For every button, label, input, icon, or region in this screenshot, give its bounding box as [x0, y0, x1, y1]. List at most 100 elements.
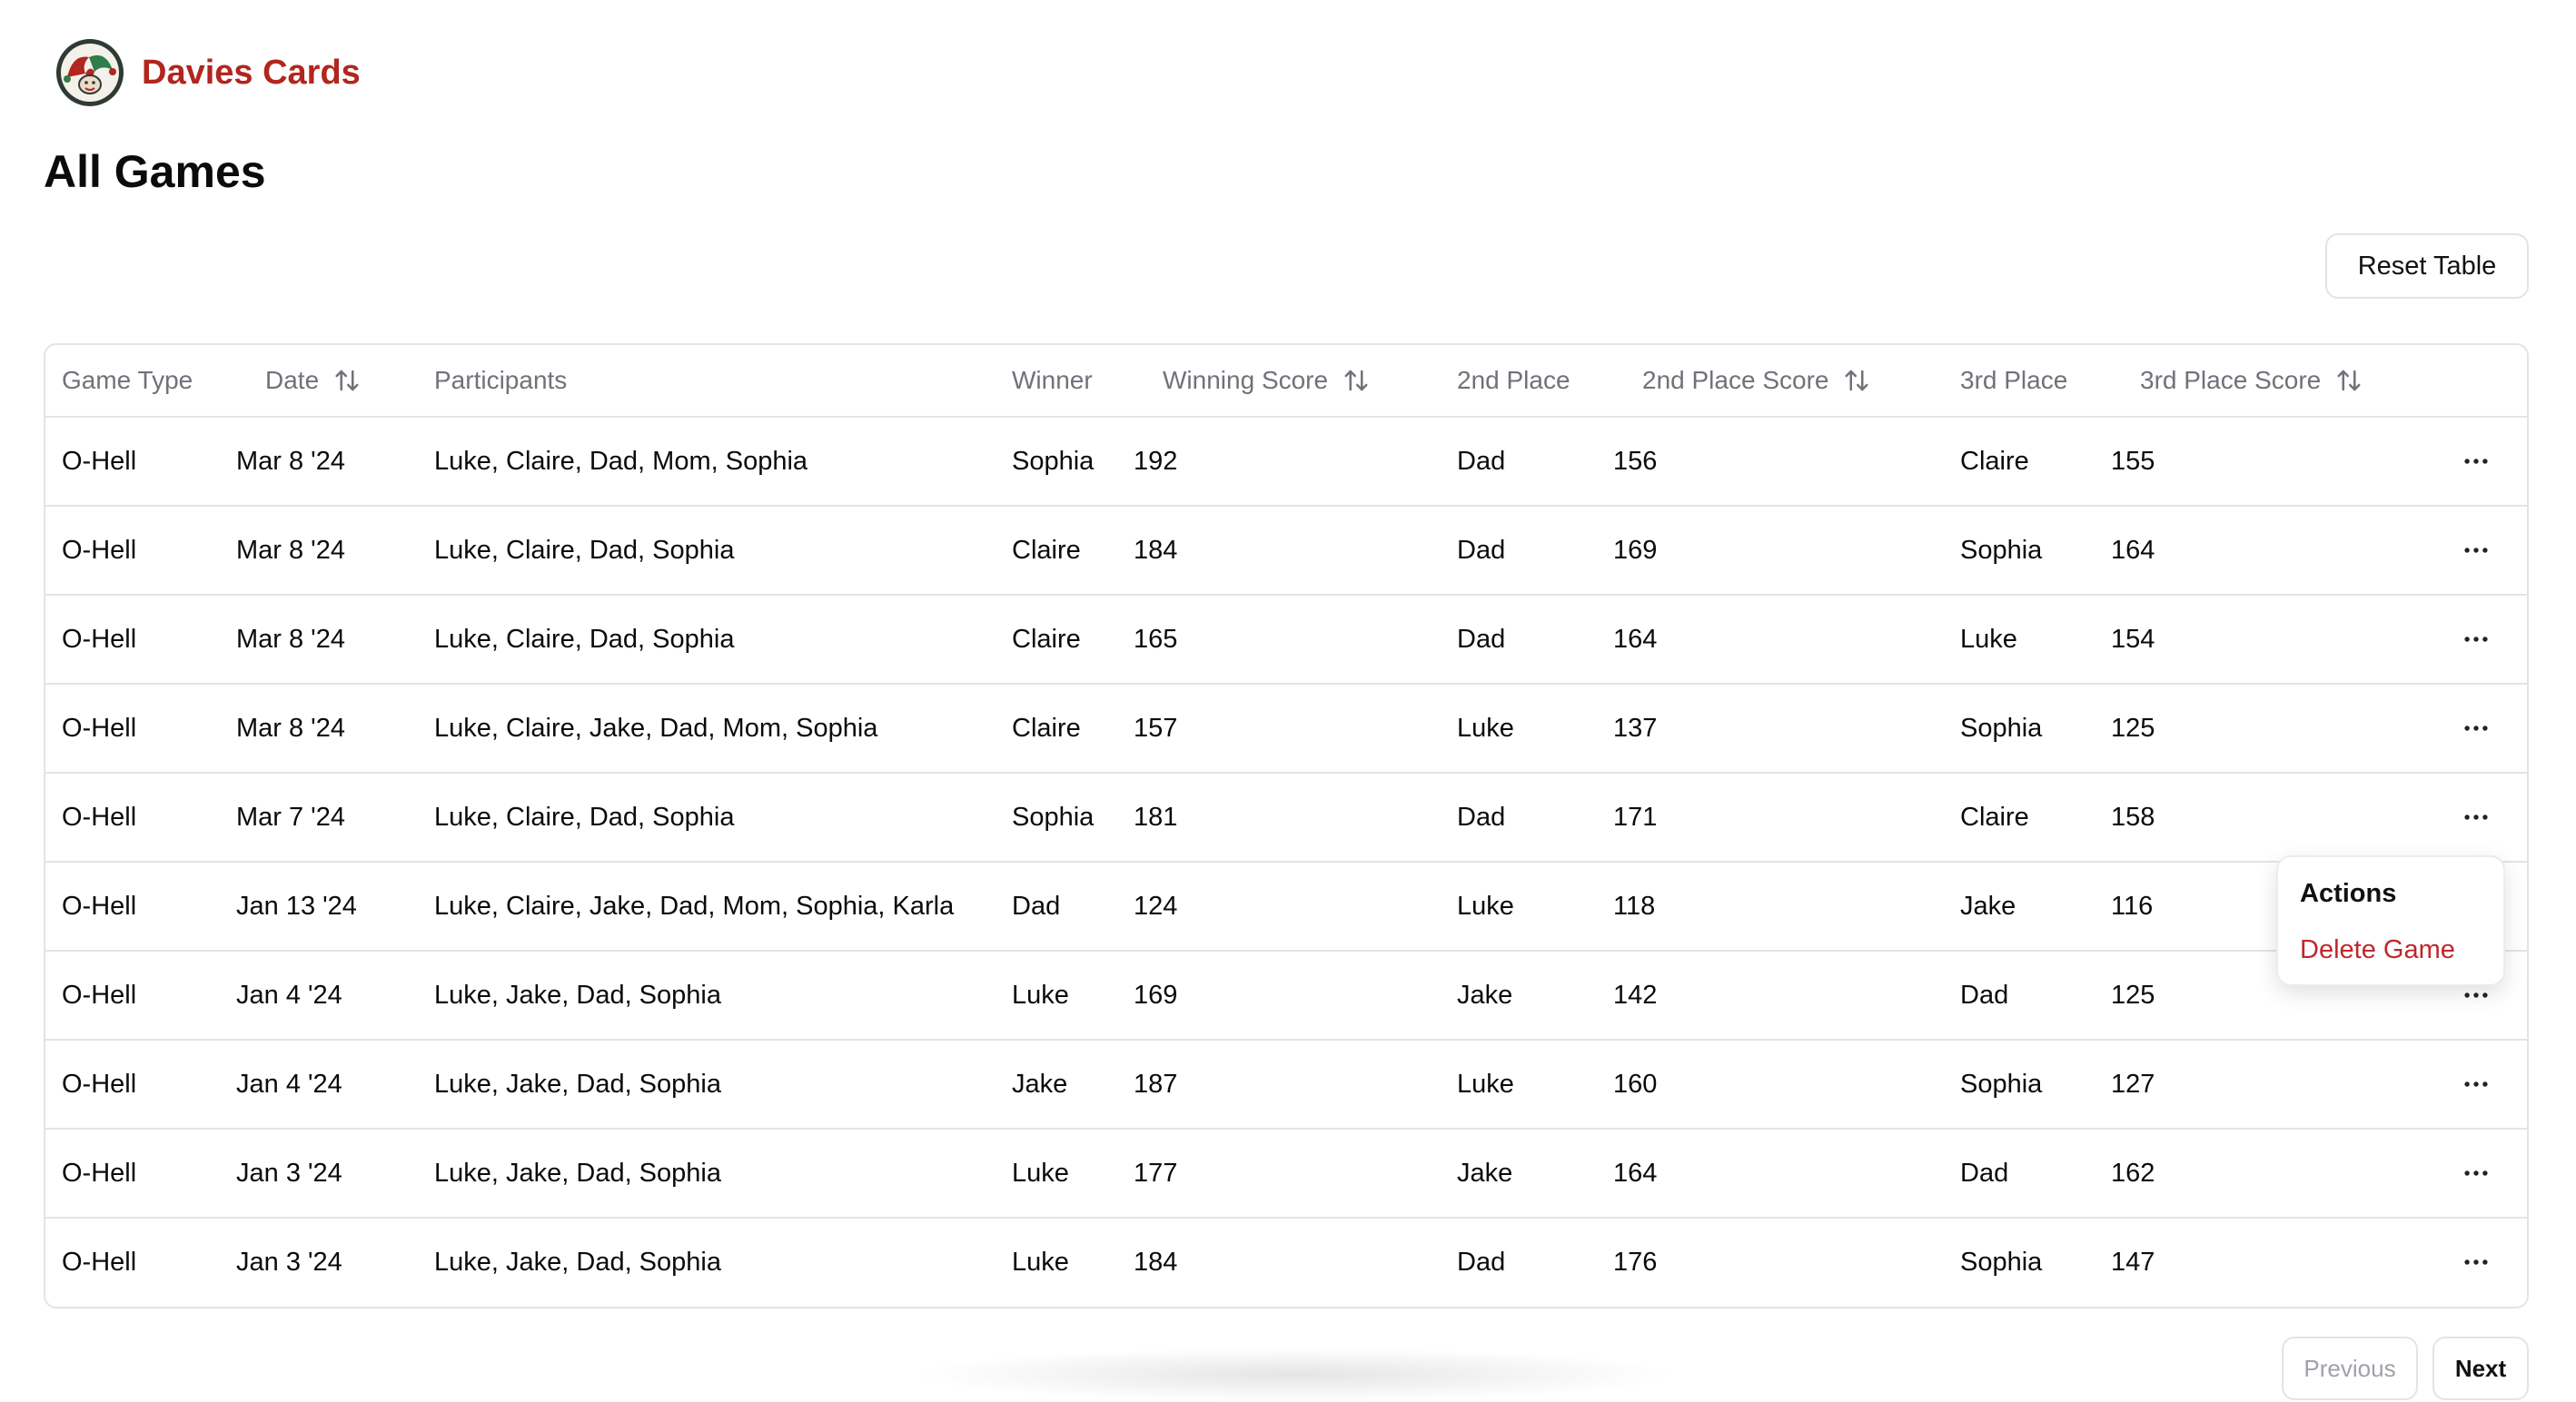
- column-header-winning-score[interactable]: Winning Score: [1163, 345, 1370, 416]
- cell-participants: Luke, Jake, Dad, Sophia: [434, 980, 721, 1010]
- cell-game-type: O-Hell: [62, 713, 137, 743]
- cell-second-place: Dad: [1457, 802, 1506, 832]
- column-header-third-place-score[interactable]: 3rd Place Score: [2140, 345, 2363, 416]
- cell-participants: Luke, Claire, Jake, Dad, Mom, Sophia: [434, 713, 878, 743]
- cell-second-place: Dad: [1457, 446, 1506, 476]
- jester-hat-logo-icon: [56, 39, 124, 106]
- cell-third-place: Claire: [1960, 802, 2029, 832]
- cell-date: Jan 4 '24: [236, 980, 342, 1010]
- cell-third-place: Sophia: [1960, 1247, 2043, 1277]
- sort-arrows-icon[interactable]: [1843, 367, 1870, 394]
- table-row: O-Hell Mar 7 '24 Luke, Claire, Dad, Sophia…: [45, 774, 2527, 863]
- cell-date: Jan 4 '24: [236, 1069, 342, 1099]
- more-horizontal-icon[interactable]: [2458, 1244, 2494, 1280]
- toast-shadow: [908, 1348, 1680, 1402]
- cell-game-type: O-Hell: [62, 980, 137, 1010]
- cell-second-place-score: 137: [1613, 713, 1658, 743]
- cell-winner: Dad: [1012, 891, 1061, 921]
- column-header-third-place: 3rd Place: [1960, 345, 2067, 416]
- cell-date: Mar 8 '24: [236, 713, 345, 743]
- cell-second-place: Jake: [1457, 980, 1513, 1010]
- page-title: All Games: [44, 146, 266, 197]
- cell-date: Mar 8 '24: [236, 535, 345, 565]
- cell-winning-score: 192: [1134, 446, 1178, 476]
- cell-participants: Luke, Claire, Dad, Sophia: [434, 624, 735, 654]
- cell-second-place-score: 118: [1613, 891, 1656, 921]
- cell-second-place-score: 164: [1613, 1158, 1658, 1188]
- brand-name: Davies Cards: [142, 53, 361, 92]
- cell-third-place-score: 164: [2111, 535, 2155, 565]
- cell-winner: Luke: [1012, 980, 1069, 1010]
- column-header-second-place-score[interactable]: 2nd Place Score: [1642, 345, 1870, 416]
- cell-winner: Claire: [1012, 535, 1081, 565]
- cell-second-place: Dad: [1457, 1247, 1506, 1277]
- more-horizontal-icon[interactable]: [2458, 443, 2494, 479]
- cell-winning-score: 184: [1134, 1247, 1178, 1277]
- row-actions-menu: Actions Delete Game: [2276, 855, 2505, 986]
- cell-third-place: Claire: [1960, 446, 2029, 476]
- column-header-winner: Winner: [1012, 345, 1093, 416]
- cell-game-type: O-Hell: [62, 1158, 137, 1188]
- more-horizontal-icon[interactable]: [2458, 1066, 2494, 1102]
- more-horizontal-icon[interactable]: [2458, 799, 2494, 835]
- column-header-label: 3rd Place: [1960, 366, 2068, 394]
- cell-winning-score: 177: [1134, 1158, 1178, 1188]
- more-horizontal-icon[interactable]: [2458, 1155, 2494, 1191]
- cell-second-place: Dad: [1457, 624, 1506, 654]
- cell-second-place: Luke: [1457, 891, 1514, 921]
- table-row: O-Hell Jan 3 '24 Luke, Jake, Dad, Sophia Lu…: [45, 1219, 2527, 1307]
- cell-third-place: Jake: [1960, 891, 2016, 921]
- cell-third-place-score: 155: [2111, 446, 2155, 476]
- column-header-date[interactable]: Date: [265, 345, 361, 416]
- more-horizontal-icon[interactable]: [2458, 710, 2494, 746]
- games-table: Game Type Date Participants Winner Winning S…: [44, 343, 2529, 1308]
- cell-third-place-score: 116: [2111, 891, 2154, 921]
- previous-page-button[interactable]: Previous: [2282, 1337, 2418, 1400]
- table-row: O-Hell Jan 13 '24 Luke, Claire, Jake, Dad,…: [45, 863, 2527, 952]
- cell-game-type: O-Hell: [62, 446, 137, 476]
- sort-arrows-icon[interactable]: [333, 367, 361, 394]
- cell-participants: Luke, Claire, Dad, Sophia: [434, 802, 735, 832]
- cell-second-place: Luke: [1457, 1069, 1514, 1099]
- column-header-label: Winning Score: [1163, 366, 1329, 394]
- reset-table-button[interactable]: Reset Table: [2325, 233, 2529, 299]
- column-header-label: Winner: [1012, 366, 1093, 394]
- cell-second-place-score: 142: [1613, 980, 1658, 1010]
- cell-game-type: O-Hell: [62, 1247, 137, 1277]
- column-header-game-type: Game Type: [62, 345, 193, 416]
- next-page-button[interactable]: Next: [2432, 1337, 2529, 1400]
- table-row: O-Hell Jan 4 '24 Luke, Jake, Dad, Sophia Ja…: [45, 1041, 2527, 1130]
- brand[interactable]: Davies Cards: [54, 36, 361, 109]
- cell-third-place: Dad: [1960, 980, 2009, 1010]
- cell-third-place-score: 158: [2111, 802, 2155, 832]
- cell-date: Jan 3 '24: [236, 1247, 342, 1277]
- column-header-label: Date: [265, 366, 320, 394]
- cell-third-place-score: 125: [2111, 713, 2155, 743]
- cell-second-place-score: 164: [1613, 624, 1658, 654]
- cell-third-place: Sophia: [1960, 535, 2043, 565]
- cell-second-place-score: 169: [1613, 535, 1658, 565]
- column-header-label: 3rd Place Score: [2140, 366, 2322, 394]
- cell-winning-score: 124: [1134, 891, 1178, 921]
- cell-winner: Luke: [1012, 1158, 1069, 1188]
- cell-third-place: Sophia: [1960, 713, 2043, 743]
- cell-third-place-score: 125: [2111, 980, 2155, 1010]
- cell-participants: Luke, Claire, Dad, Sophia: [434, 535, 735, 565]
- table-row: O-Hell Mar 8 '24 Luke, Claire, Jake, Dad, …: [45, 685, 2527, 774]
- column-header-participants: Participants: [434, 345, 567, 416]
- sort-arrows-icon[interactable]: [2335, 367, 2363, 394]
- more-horizontal-icon[interactable]: [2458, 532, 2494, 568]
- cell-second-place-score: 160: [1613, 1069, 1658, 1099]
- cell-date: Mar 8 '24: [236, 446, 345, 476]
- cell-game-type: O-Hell: [62, 535, 137, 565]
- table-row: O-Hell Mar 8 '24 Luke, Claire, Dad, Sophia…: [45, 507, 2527, 596]
- cell-third-place: Dad: [1960, 1158, 2009, 1188]
- delete-game-menu-item[interactable]: Delete Game: [2300, 935, 2455, 965]
- cell-winning-score: 187: [1134, 1069, 1178, 1099]
- more-horizontal-icon[interactable]: [2458, 621, 2494, 657]
- cell-date: Mar 7 '24: [236, 802, 345, 832]
- cell-winning-score: 157: [1134, 713, 1178, 743]
- cell-winner: Jake: [1012, 1069, 1068, 1099]
- table-row: O-Hell Jan 4 '24 Luke, Jake, Dad, Sophia Lu…: [45, 952, 2527, 1041]
- sort-arrows-icon[interactable]: [1342, 367, 1370, 394]
